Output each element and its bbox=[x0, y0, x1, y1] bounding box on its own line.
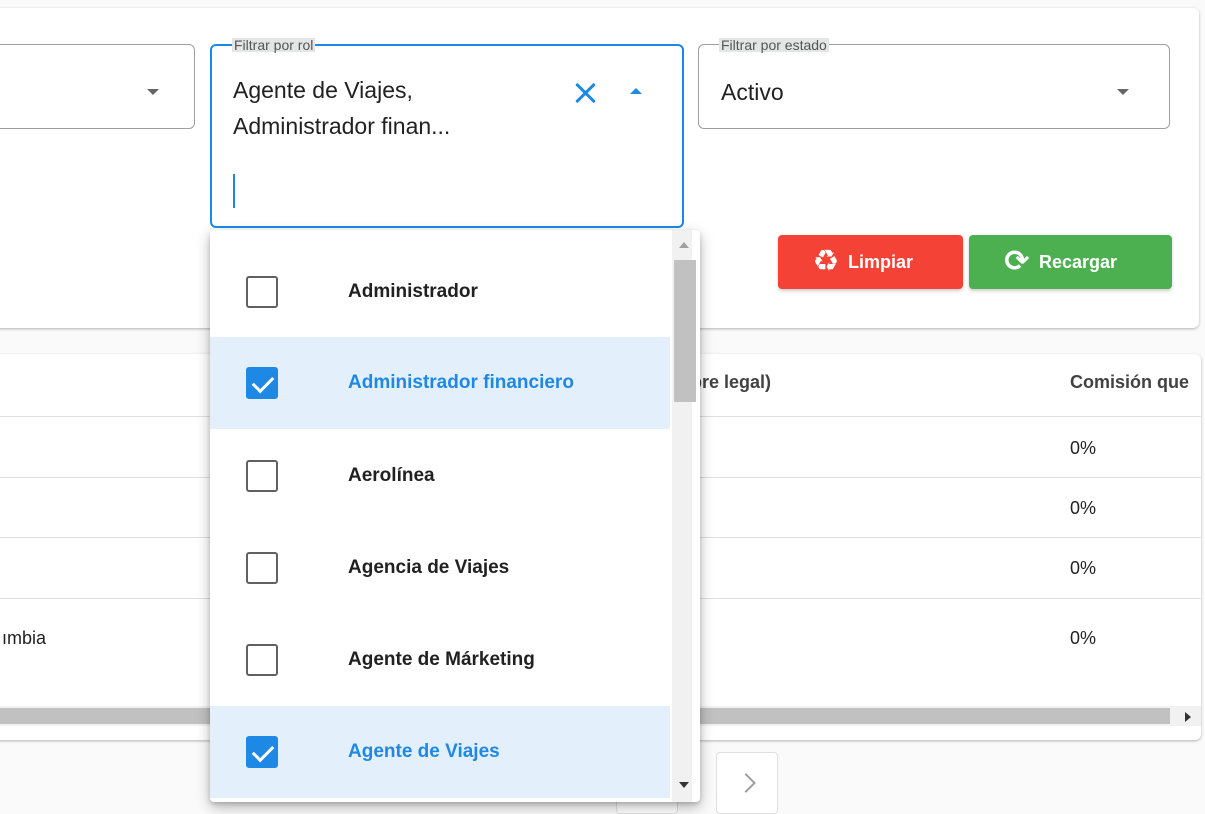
caret-down-icon[interactable] bbox=[147, 89, 159, 95]
scroll-down-arrow-icon[interactable] bbox=[679, 782, 689, 788]
table-cell-commission: 0% bbox=[1070, 498, 1097, 518]
role-filter-value-line: Agente de Viajes, bbox=[233, 77, 413, 103]
reload-button-label: Recargar bbox=[1039, 251, 1118, 272]
checkbox[interactable] bbox=[246, 736, 278, 768]
close-icon[interactable] bbox=[570, 78, 600, 108]
checkbox[interactable] bbox=[246, 367, 278, 399]
checkbox[interactable] bbox=[246, 644, 278, 676]
role-option[interactable]: Agente de Márketing bbox=[210, 614, 670, 706]
role-option[interactable]: Aerolínea bbox=[210, 430, 670, 522]
role-filter-value-line: Administrador finan... bbox=[233, 113, 451, 139]
reload-button[interactable]: ⟳ Recargar bbox=[969, 235, 1172, 289]
role-options-menu: Administrador Administrador financiero A… bbox=[210, 230, 700, 802]
chevron-right-icon bbox=[736, 773, 756, 793]
column-header[interactable]: Comisión que bbox=[1070, 372, 1189, 393]
table-cell-commission: 0% bbox=[1070, 628, 1097, 648]
role-option[interactable]: Agencia de Viajes bbox=[210, 522, 670, 614]
role-option-label: Agente de Viajes bbox=[348, 741, 500, 762]
checkbox[interactable] bbox=[246, 460, 278, 492]
scroll-right-arrow-icon[interactable] bbox=[1185, 712, 1191, 722]
table-cell: ımbia bbox=[2, 628, 47, 648]
recycle-icon: ♻ bbox=[812, 245, 840, 278]
caret-down-icon[interactable] bbox=[1117, 89, 1129, 95]
role-option[interactable]: Agente de Viajes bbox=[210, 706, 670, 798]
state-filter-legend: Filtrar por estado bbox=[719, 37, 829, 53]
vertical-scrollbar-thumb[interactable] bbox=[674, 260, 696, 402]
filter-select-first[interactable] bbox=[0, 44, 195, 129]
page: Filtrar por rol Agente de Viajes, Admini… bbox=[0, 0, 1205, 814]
role-option[interactable]: Administrador bbox=[210, 246, 670, 338]
role-option-label: Agente de Márketing bbox=[348, 649, 535, 670]
pagination-next-button[interactable] bbox=[716, 752, 778, 814]
role-option-label: Administrador financiero bbox=[348, 372, 574, 393]
role-option-label: Administrador bbox=[348, 281, 478, 302]
table-cell-commission: 0% bbox=[1070, 558, 1097, 578]
role-filter-select[interactable]: Filtrar por rol Agente de Viajes, Admini… bbox=[210, 38, 684, 228]
table-cell-commission: 0% bbox=[1070, 438, 1097, 458]
role-filter-values: Agente de Viajes, Administrador finan... bbox=[233, 72, 450, 144]
refresh-icon: ⟳ bbox=[1004, 245, 1030, 278]
role-option-label: Agencia de Viajes bbox=[348, 557, 510, 578]
checkbox[interactable] bbox=[246, 276, 278, 308]
clear-button-label: Limpiar bbox=[848, 251, 914, 272]
state-filter-value: Activo bbox=[721, 79, 784, 105]
state-filter-select[interactable]: Filtrar por estado Activo bbox=[698, 38, 1170, 129]
role-filter-legend: Filtrar por rol bbox=[232, 37, 316, 53]
caret-up-icon[interactable] bbox=[630, 88, 642, 94]
role-option[interactable]: Administrador financiero bbox=[210, 337, 670, 429]
clear-button[interactable]: ♻ Limpiar bbox=[778, 235, 963, 289]
checkbox[interactable] bbox=[246, 552, 278, 584]
scroll-up-arrow-icon[interactable] bbox=[679, 242, 689, 248]
text-cursor[interactable] bbox=[233, 174, 235, 208]
role-option-label: Aerolínea bbox=[348, 465, 435, 486]
